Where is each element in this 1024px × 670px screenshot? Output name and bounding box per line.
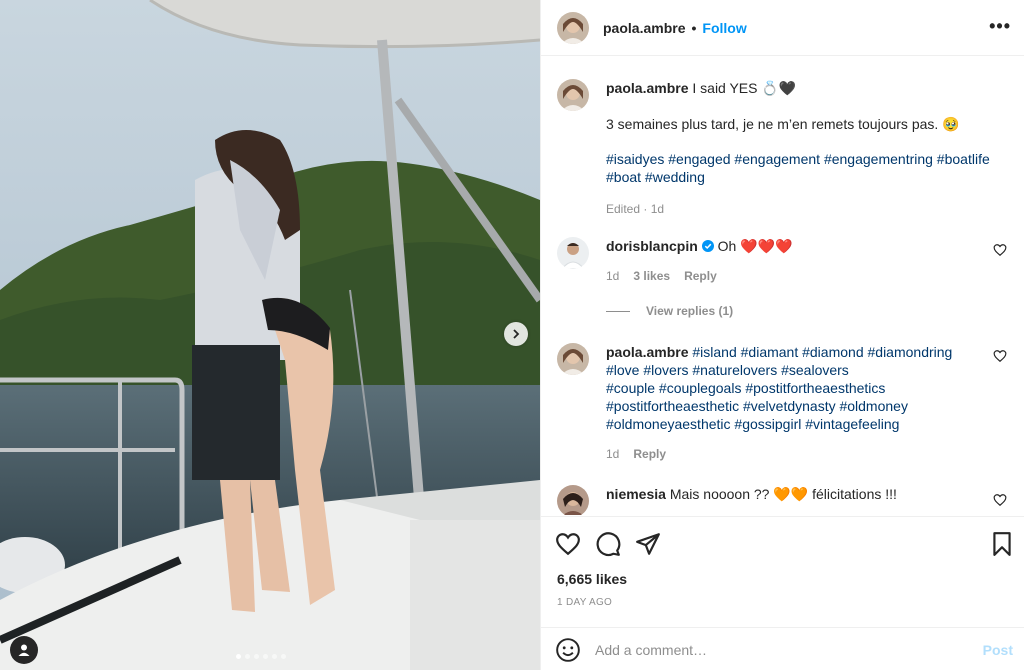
like-comment-heart-icon[interactable]: [993, 243, 1007, 257]
carousel-dot: [263, 654, 268, 659]
comment-hashtags-line[interactable]: #island #diamant #diamond #diamondring: [692, 344, 952, 360]
more-options-button[interactable]: •••: [989, 16, 1011, 37]
follow-button[interactable]: Follow: [702, 20, 746, 36]
caption-line2: 3 semaines plus tard, je ne m’en remets …: [606, 116, 960, 132]
caption-username[interactable]: paola.ambre: [606, 80, 688, 96]
caption-hashtags-line2[interactable]: #boat #wedding: [606, 168, 1006, 186]
comments-list[interactable]: paola.ambre I said YES 💍🖤 3 semaines plu…: [541, 57, 1024, 515]
post-timestamp: 1 DAY AGO: [557, 597, 613, 608]
avatar-image: [557, 11, 589, 44]
add-comment-bar: Post: [541, 627, 1024, 670]
tagged-users-button[interactable]: [10, 636, 38, 664]
like-heart-icon[interactable]: [555, 531, 581, 557]
post-comment-button[interactable]: Post: [983, 642, 1013, 658]
caption-edited: Edited · 1d: [606, 202, 665, 216]
avatar-image: [557, 79, 589, 111]
carousel-dot: [245, 654, 250, 659]
view-replies-line: [606, 310, 630, 312]
comment-time: 1d: [606, 269, 620, 283]
comment-icon[interactable]: [595, 531, 621, 557]
post-actions: 6,665 likes 1 DAY AGO Post: [541, 516, 1024, 670]
comment-input[interactable]: [595, 642, 955, 658]
comment-username[interactable]: niemesia: [606, 486, 666, 502]
carousel-dot: [281, 654, 286, 659]
view-replies-label[interactable]: View replies (1): [646, 304, 733, 318]
avatar[interactable]: [557, 79, 589, 111]
avatar[interactable]: [557, 237, 589, 269]
comment-hashtags-line[interactable]: #couple #couplegoals #postitfortheaesthe…: [606, 379, 1006, 397]
comment-username[interactable]: paola.ambre: [606, 344, 688, 360]
carousel-dot: [272, 654, 277, 659]
user-icon: [18, 644, 30, 656]
reply-button[interactable]: Reply: [633, 445, 666, 463]
comment-text: Oh ❤️❤️❤️: [717, 238, 793, 254]
post-photo[interactable]: [0, 0, 540, 670]
avatar[interactable]: [557, 343, 589, 375]
comment-likes[interactable]: 3 likes: [633, 267, 670, 285]
post-photo-illustration: [0, 0, 540, 670]
verified-badge-icon: [701, 240, 714, 252]
carousel-dot: [254, 654, 259, 659]
avatar-image: [557, 343, 589, 375]
avatar-image: [557, 237, 589, 269]
carousel-dots: [236, 654, 286, 659]
comment-time: 1d: [606, 447, 620, 461]
likes-count[interactable]: 6,665 likes: [557, 571, 627, 587]
post-header: paola.ambre • Follow •••: [541, 0, 1024, 56]
comment-hashtags-line[interactable]: #postitfortheaesthetic #velvetdynasty #o…: [606, 397, 1006, 415]
post-details-panel: paola.ambre • Follow ••• paola.ambre I s…: [540, 0, 1024, 670]
caption-hashtags-line1[interactable]: #isaidyes #engaged #engagement #engageme…: [606, 150, 1006, 168]
emoji-icon[interactable]: [555, 637, 581, 663]
comment-hashtags-line[interactable]: #love #lovers #naturelovers #sealovers: [606, 361, 1006, 379]
avatar-image: [557, 485, 589, 515]
like-comment-heart-icon[interactable]: [993, 349, 1007, 363]
share-icon[interactable]: [635, 531, 661, 557]
header-separator: •: [691, 19, 697, 36]
chevron-right-icon: [513, 329, 520, 339]
like-comment-heart-icon[interactable]: [993, 493, 1007, 507]
reply-button[interactable]: Reply: [684, 267, 717, 285]
comment-hashtags-line[interactable]: #oldmoneyaesthetic #gossipgirl #vintagef…: [606, 415, 1006, 433]
bookmark-icon[interactable]: [989, 531, 1015, 557]
avatar[interactable]: [557, 485, 589, 515]
carousel-next-button[interactable]: [504, 322, 528, 346]
view-replies-button[interactable]: View replies (1): [606, 304, 733, 318]
comment-username[interactable]: dorisblancpin: [606, 238, 698, 254]
caption-text: I said YES 💍🖤: [692, 80, 797, 96]
carousel-dot-active: [236, 654, 241, 659]
avatar[interactable]: [557, 11, 589, 44]
header-username[interactable]: paola.ambre: [603, 20, 685, 36]
comment-text: Mais noooon ?? 🧡🧡 félicitations !!!: [669, 486, 897, 502]
